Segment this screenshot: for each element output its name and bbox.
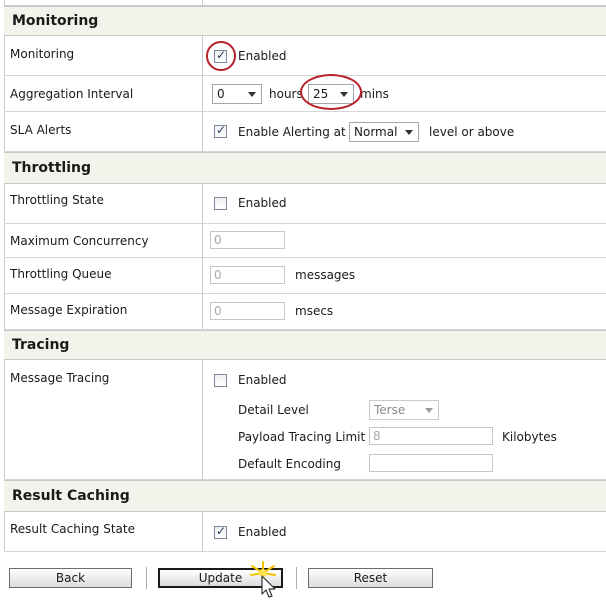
throttling-queue-input[interactable]: 0: [210, 266, 285, 284]
mouse-cursor-icon: [261, 575, 276, 598]
button-separator: [296, 567, 297, 589]
detail-level-select[interactable]: Terse: [369, 400, 439, 420]
highlight-circle: [206, 41, 236, 71]
throttling-queue-label: Throttling Queue: [10, 267, 112, 281]
message-tracing-enabled-label: Enabled: [238, 373, 287, 387]
detail-level-value: Terse: [374, 403, 406, 417]
row-result-caching-state: Result Caching State Enabled: [4, 512, 606, 552]
throttling-state-label: Throttling State: [10, 193, 104, 207]
back-button[interactable]: Back: [9, 568, 132, 588]
message-expiration-value: 0: [214, 304, 222, 318]
sla-alerting-label: Enable Alerting at: [238, 125, 346, 139]
payload-tracing-limit-value: 8: [373, 429, 381, 443]
message-tracing-checkbox[interactable]: [214, 374, 227, 387]
payload-tracing-limit-input[interactable]: 8: [369, 427, 493, 445]
message-tracing-label: Message Tracing: [10, 371, 110, 385]
max-concurrency-label: Maximum Concurrency: [10, 234, 149, 248]
monitoring-enabled-label: Enabled: [238, 49, 287, 63]
sla-level-select[interactable]: Normal: [349, 122, 419, 142]
hours-unit-label: hours: [269, 87, 303, 101]
throttling-state-enabled-label: Enabled: [238, 196, 287, 210]
section-title-result-caching: Result Caching: [12, 488, 130, 504]
aggregation-interval-label: Aggregation Interval: [10, 87, 134, 101]
message-expiration-input[interactable]: 0: [210, 302, 285, 320]
sla-level-suffix: level or above: [429, 125, 515, 139]
section-title-monitoring: Monitoring: [12, 13, 99, 29]
payload-tracing-limit-label: Payload Tracing Limit: [238, 430, 366, 444]
aggregation-hours-value: 0: [217, 87, 225, 101]
max-concurrency-input[interactable]: 0: [210, 231, 285, 249]
monitoring-label: Monitoring: [10, 47, 75, 61]
row-monitoring: Monitoring Enabled: [4, 36, 606, 76]
section-header-monitoring: Monitoring: [4, 6, 606, 36]
throttling-queue-value: 0: [214, 268, 222, 282]
chevron-down-icon: [248, 92, 256, 97]
detail-level-label: Detail Level: [238, 403, 309, 417]
section-header-result-caching: Result Caching: [4, 480, 606, 512]
button-separator: [146, 567, 147, 589]
chevron-down-icon: [425, 408, 433, 413]
section-title-throttling: Throttling: [12, 160, 92, 176]
mins-unit-label: mins: [360, 87, 389, 101]
row-aggregation-interval: Aggregation Interval 0 hours 25 mins: [4, 74, 606, 112]
aggregation-hours-select[interactable]: 0: [212, 84, 262, 104]
section-header-tracing: Tracing: [4, 330, 606, 360]
message-expiration-unit: msecs: [295, 304, 334, 318]
sla-level-value: Normal: [354, 125, 398, 139]
section-title-tracing: Tracing: [12, 337, 70, 353]
row-throttling-queue: Throttling Queue 0 messages: [4, 258, 606, 294]
row-max-concurrency: Maximum Concurrency 0: [4, 224, 606, 258]
row-throttling-state: Throttling State Enabled: [4, 184, 606, 224]
default-encoding-label: Default Encoding: [238, 457, 341, 471]
result-caching-state-label: Result Caching State: [10, 522, 135, 536]
default-encoding-input[interactable]: [369, 454, 493, 472]
result-caching-checkbox[interactable]: [214, 524, 227, 539]
max-concurrency-value: 0: [214, 233, 222, 247]
row-sla-alerts: SLA Alerts Enable Alerting at Normal lev…: [4, 112, 606, 152]
throttling-queue-unit: messages: [295, 268, 356, 282]
chevron-down-icon: [405, 130, 413, 135]
sla-alerts-label: SLA Alerts: [10, 123, 72, 137]
highlight-circle: [300, 74, 362, 110]
section-header-throttling: Throttling: [4, 152, 606, 184]
row-message-tracing: Message Tracing Enabled Detail Level Ter…: [4, 360, 606, 480]
result-caching-enabled-label: Enabled: [238, 525, 287, 539]
throttling-state-checkbox[interactable]: [214, 197, 227, 210]
message-expiration-label: Message Expiration: [10, 303, 128, 317]
reset-button[interactable]: Reset: [308, 568, 433, 588]
row-message-expiration: Message Expiration 0 msecs: [4, 294, 606, 330]
payload-tracing-limit-unit: Kilobytes: [502, 430, 557, 444]
sla-alerting-checkbox[interactable]: [214, 123, 227, 138]
